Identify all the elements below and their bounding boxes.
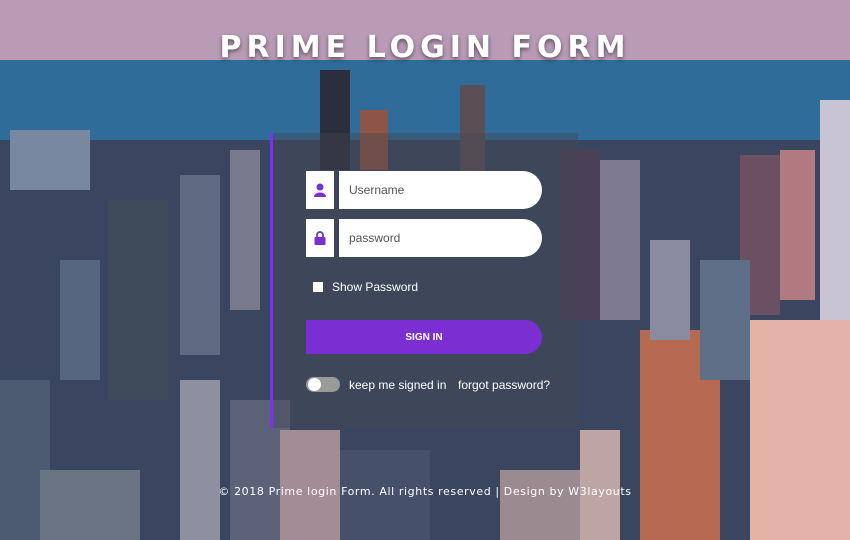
sign-in-button[interactable]: SIGN IN — [306, 320, 542, 354]
lock-icon — [306, 219, 334, 257]
show-password-label: Show Password — [332, 280, 419, 294]
username-input[interactable]: Username — [339, 171, 542, 209]
keep-signed-in-label: keep me signed in — [349, 378, 447, 392]
toggle-knob — [308, 378, 321, 391]
password-field[interactable]: password — [306, 219, 542, 257]
show-password-checkbox[interactable] — [313, 282, 323, 292]
user-icon — [306, 171, 334, 209]
footer-text: © 2018 Prime login Form. All rights rese… — [218, 485, 632, 498]
password-input[interactable]: password — [339, 219, 542, 257]
page-title: PRIME LOGIN FORM — [219, 30, 631, 65]
forgot-password-link[interactable]: forgot password? — [458, 378, 550, 392]
show-password[interactable]: Show Password — [313, 280, 418, 294]
username-field[interactable]: Username — [306, 171, 542, 209]
keep-signed-in-toggle[interactable] — [306, 377, 340, 392]
